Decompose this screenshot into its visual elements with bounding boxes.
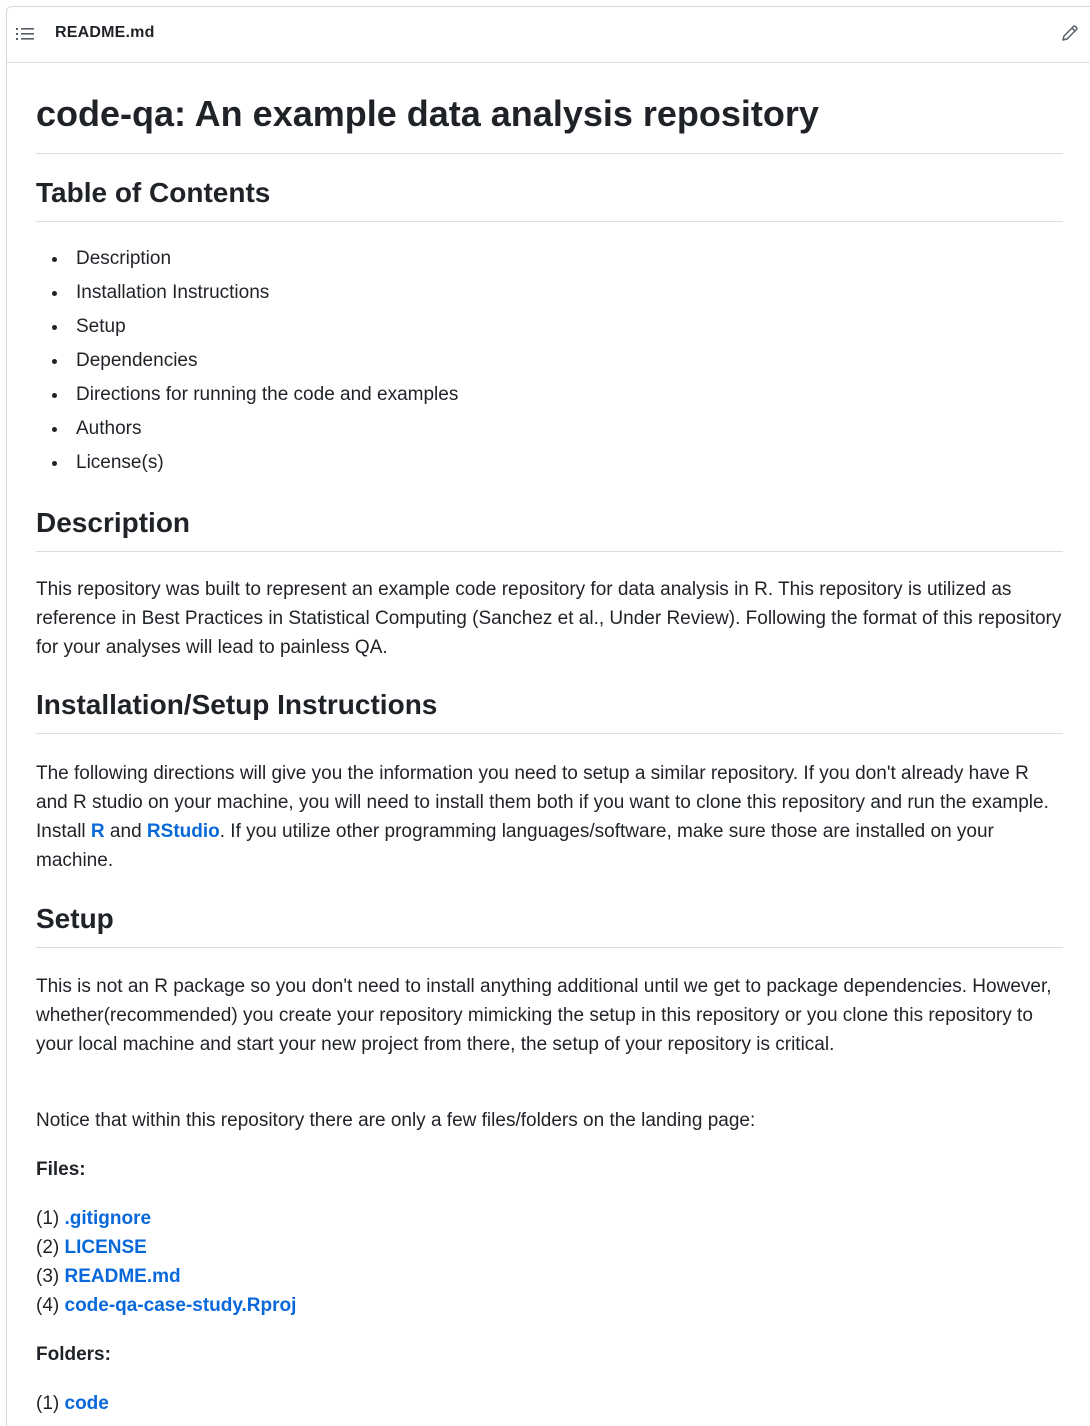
setup-paragraph-2: Notice that within this repository there…: [36, 1110, 756, 1131]
folders-label: Folders:: [36, 1344, 111, 1365]
installation-text: The following directions will give you t…: [36, 763, 1049, 871]
toc-item-dependencies: Dependencies: [51, 344, 458, 378]
files-label: Files:: [36, 1159, 86, 1180]
list-item: (1) code: [36, 1393, 109, 1414]
setup-heading: Setup: [36, 901, 1063, 948]
toc-item-licenses: License(s): [51, 446, 458, 480]
pencil-icon[interactable]: [1060, 23, 1080, 43]
folders-list: (1) code: [36, 1389, 109, 1418]
list-icon[interactable]: [15, 25, 35, 43]
setup-paragraph-1: This is not an R package so you don't ne…: [36, 976, 1052, 1055]
toc-list: Description Installation Instructions Se…: [36, 242, 458, 480]
file-header: README.md: [7, 7, 1090, 63]
installation-heading: Installation/Setup Instructions: [36, 687, 1063, 734]
toc-item-directions: Directions for running the code and exam…: [51, 378, 458, 412]
list-item: (2) LICENSE: [36, 1237, 147, 1258]
page-title: code-qa: An example data analysis reposi…: [36, 89, 1063, 154]
list-item: (1) .gitignore: [36, 1208, 152, 1229]
gitignore-link[interactable]: .gitignore: [65, 1208, 152, 1229]
readme-link[interactable]: README.md: [65, 1266, 181, 1287]
rstudio-link[interactable]: RStudio: [147, 821, 220, 842]
description-text: This repository was built to represent a…: [36, 579, 1062, 658]
toc-item-description: Description: [51, 242, 458, 276]
list-item: (3) README.md: [36, 1266, 181, 1287]
r-link[interactable]: R: [91, 821, 105, 842]
toc-item-installation: Installation Instructions: [51, 276, 458, 310]
rproj-link[interactable]: code-qa-case-study.Rproj: [65, 1295, 297, 1316]
code-folder-link[interactable]: code: [65, 1393, 109, 1414]
toc-heading: Table of Contents: [36, 175, 1063, 222]
toc-item-authors: Authors: [51, 412, 458, 446]
readme-panel: README.md code-qa: An example data analy…: [6, 6, 1090, 1426]
list-item: (4) code-qa-case-study.Rproj: [36, 1295, 297, 1316]
toc-item-setup: Setup: [51, 310, 458, 344]
filename: README.md: [55, 24, 155, 41]
description-heading: Description: [36, 505, 1063, 552]
license-link[interactable]: LICENSE: [65, 1237, 147, 1258]
files-list: (1) .gitignore (2) LICENSE (3) README.md…: [36, 1204, 296, 1320]
